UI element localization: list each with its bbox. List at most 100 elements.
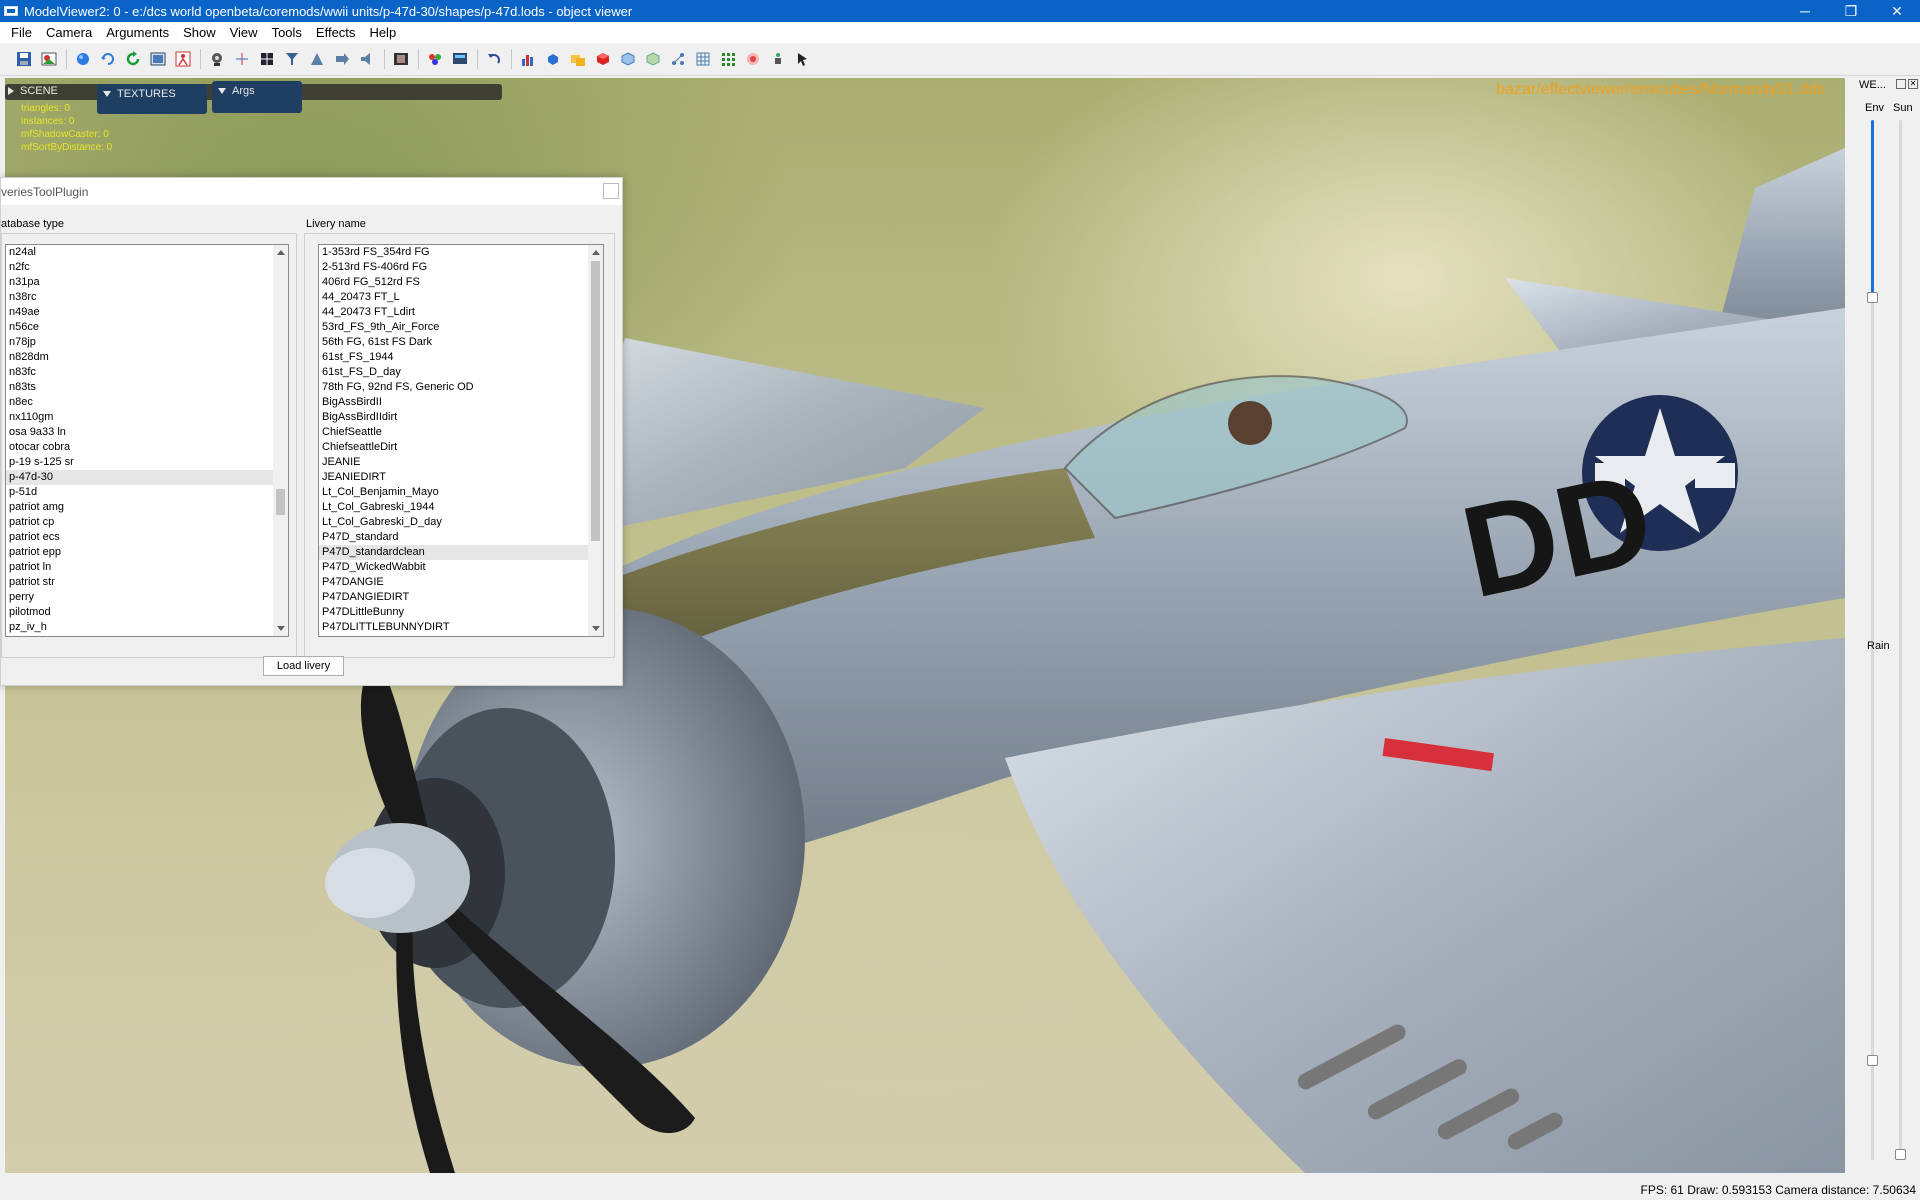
float-icon[interactable] (1896, 79, 1906, 89)
livery-list-item[interactable]: 1-353rd FS_354rd FG (319, 245, 588, 260)
funnel-icon[interactable] (282, 49, 302, 69)
sun-slider-track-lower[interactable] (1899, 660, 1902, 1160)
menu-view[interactable]: View (223, 25, 265, 40)
minimize-button[interactable]: ─ (1782, 0, 1828, 22)
args-toggle[interactable]: Args (212, 81, 302, 113)
target-icon[interactable] (743, 49, 763, 69)
restore-button[interactable]: ❐ (1828, 0, 1874, 22)
scroll-down-icon[interactable] (588, 621, 603, 636)
livery-list-item[interactable]: 2-513rd FS-406rd FG (319, 260, 588, 275)
scroll-handle[interactable] (276, 489, 285, 515)
livery-list-item[interactable]: ChiefseattleDirt (319, 440, 588, 455)
sun-slider-handle[interactable] (1895, 1149, 1906, 1160)
livery-scrollbar[interactable] (588, 245, 603, 636)
green-cube-icon[interactable] (643, 49, 663, 69)
livery-list-item[interactable]: 56th FG, 61st FS Dark (319, 335, 588, 350)
livery-list-item[interactable]: P47DLITTLEBUNNYDIRT (319, 620, 588, 635)
database-list-item[interactable]: otocar cobra (6, 440, 273, 455)
database-list-item[interactable]: n24al (6, 245, 273, 260)
grid-box-icon[interactable] (257, 49, 277, 69)
livery-list-item[interactable]: Lt_Col_Benjamin_Mayo (319, 485, 588, 500)
menu-camera[interactable]: Camera (39, 25, 99, 40)
livery-list-item[interactable]: 406rd FG_512rd FS (319, 275, 588, 290)
scroll-up-icon[interactable] (273, 245, 288, 260)
database-list-item[interactable]: osa 9a33 ln (6, 425, 273, 440)
screenshot-icon[interactable] (148, 49, 168, 69)
lights-icon[interactable] (207, 49, 227, 69)
livery-name-list[interactable]: 1-353rd FS_354rd FG 2-513rd FS-406rd FG 40… (318, 244, 604, 637)
livery-list-item[interactable]: P47DANGIEDIRT (319, 590, 588, 605)
grid-icon[interactable] (693, 49, 713, 69)
database-list-item[interactable]: n8ec (6, 395, 273, 410)
database-list-item[interactable]: n38rc (6, 290, 273, 305)
sun-slider-track[interactable] (1899, 120, 1902, 710)
reload-icon[interactable] (123, 49, 143, 69)
cursor-icon[interactable] (793, 49, 813, 69)
livery-list-item[interactable]: P47D_standard (319, 530, 588, 545)
menu-tools[interactable]: Tools (265, 25, 309, 40)
bar-chart-icon[interactable] (518, 49, 538, 69)
menu-file[interactable]: File (4, 25, 39, 40)
database-list-item[interactable]: pilotmod (6, 605, 273, 620)
scroll-up-icon[interactable] (588, 245, 603, 260)
livery-list-item[interactable]: Lt_Col_Gabreski_D_day (319, 515, 588, 530)
livery-list-item[interactable]: 61st_FS_1944 (319, 350, 588, 365)
database-scrollbar[interactable] (273, 245, 288, 636)
rain-slider-handle[interactable] (1867, 1055, 1878, 1066)
open-model-icon[interactable] (39, 49, 59, 69)
database-type-list[interactable]: n24al n2fc n31pa n38rc n49ae n56ce n78jp n828dm… (5, 244, 289, 637)
database-list-item[interactable]: patriot str (6, 575, 273, 590)
database-list-item[interactable]: n828dm (6, 350, 273, 365)
database-list-item[interactable]: n83fc (6, 365, 273, 380)
livery-list-item[interactable]: Lt_Col_Gabreski_1944 (319, 500, 588, 515)
env-slider-handle[interactable] (1867, 292, 1878, 303)
menu-show[interactable]: Show (176, 25, 223, 40)
database-list-item[interactable]: p-51d (6, 485, 273, 500)
figure-icon[interactable] (768, 49, 788, 69)
film-icon[interactable] (391, 49, 411, 69)
speaker-icon[interactable] (357, 49, 377, 69)
red-cube-icon[interactable] (593, 49, 613, 69)
database-list-item[interactable]: n56ce (6, 320, 273, 335)
dialog-close-button[interactable] (603, 183, 619, 199)
database-list-item[interactable]: patriot amg (6, 500, 273, 515)
axis-icon[interactable] (232, 49, 252, 69)
close-icon[interactable]: ✕ (1908, 79, 1918, 89)
save-icon[interactable] (14, 49, 34, 69)
livery-list-item[interactable]: P47DANGIE (319, 575, 588, 590)
livery-list-item[interactable]: 61st_FS_D_day (319, 365, 588, 380)
livery-list-item[interactable]: 78th FG, 92nd FS, Generic OD (319, 380, 588, 395)
database-list-item[interactable]: patriot ecs (6, 530, 273, 545)
cone-icon[interactable] (307, 49, 327, 69)
paint-icon[interactable] (425, 49, 445, 69)
menu-effects[interactable]: Effects (309, 25, 363, 40)
folder-icon[interactable] (568, 49, 588, 69)
node-icon[interactable] (668, 49, 688, 69)
database-list-item[interactable]: pz_iv_h (6, 620, 273, 635)
rain-slider-track[interactable] (1871, 660, 1874, 1160)
undo-icon[interactable] (484, 49, 504, 69)
scene-toggle[interactable]: SCENE (8, 85, 58, 97)
livery-list-item[interactable]: JEANIEDIRT (319, 470, 588, 485)
textures-toggle[interactable]: TEXTURES (97, 84, 207, 114)
livery-list-item[interactable]: BigAssBirdIIdirt (319, 410, 588, 425)
scroll-down-icon[interactable] (273, 621, 288, 636)
sphere-icon[interactable] (73, 49, 93, 69)
livery-list-item[interactable]: 44_20473 FT_L (319, 290, 588, 305)
database-list-item[interactable]: patriot epp (6, 545, 273, 560)
livery-list-item[interactable]: P47D_WickedWabbit (319, 560, 588, 575)
database-list-item[interactable]: patriot cp (6, 515, 273, 530)
livery-list-item[interactable]: ChiefSeattle (319, 425, 588, 440)
database-list-item[interactable]: n2fc (6, 260, 273, 275)
menu-help[interactable]: Help (362, 25, 403, 40)
database-list-item[interactable]: n78jp (6, 335, 273, 350)
blue-cube-icon[interactable] (543, 49, 563, 69)
database-list-item[interactable]: perry (6, 590, 273, 605)
cube-outline-icon[interactable] (618, 49, 638, 69)
livery-list-item[interactable]: P47DLittleBunny (319, 605, 588, 620)
database-list-item[interactable]: p-47d-30 (6, 470, 273, 485)
livery-list-item[interactable]: JEANIE (319, 455, 588, 470)
livery-list-item[interactable]: 44_20473 FT_Ldirt (319, 305, 588, 320)
database-list-item[interactable]: nx110gm (6, 410, 273, 425)
menu-arguments[interactable]: Arguments (99, 25, 176, 40)
